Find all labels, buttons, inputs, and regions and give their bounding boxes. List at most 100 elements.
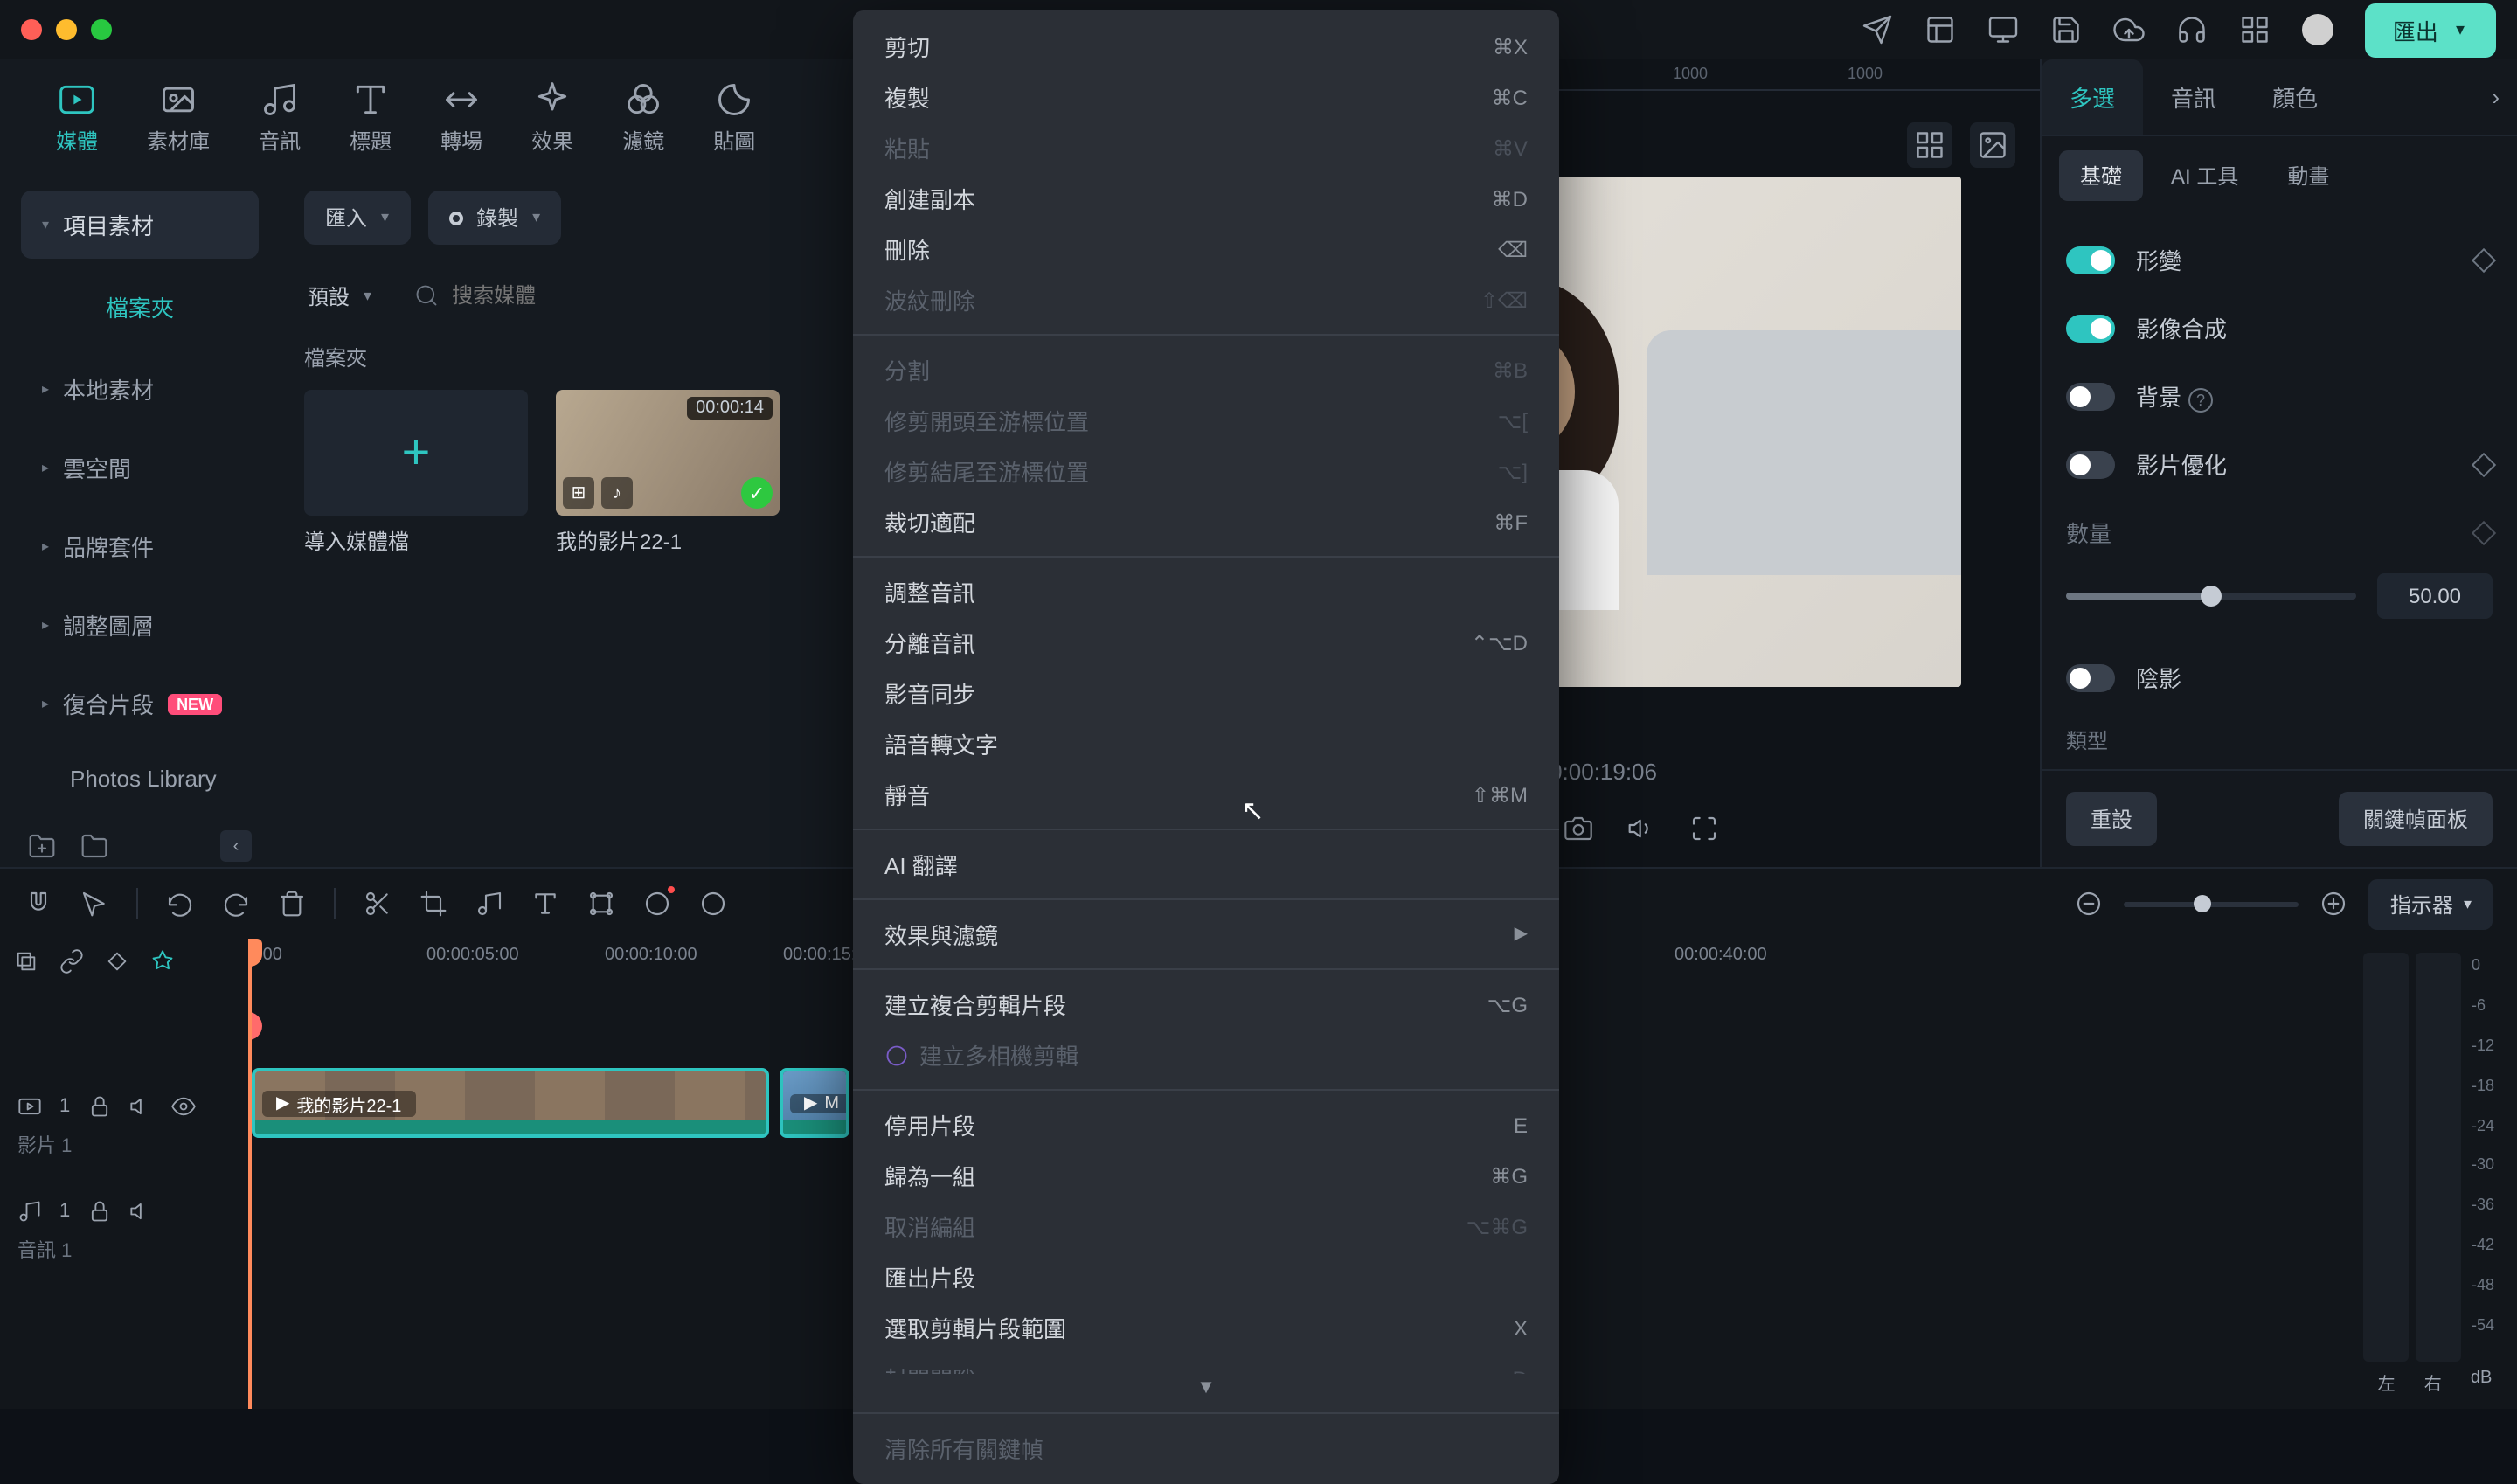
toggle-composite[interactable] xyxy=(2066,314,2115,342)
inspector-tab-audio[interactable]: 音訊 xyxy=(2143,59,2244,135)
layout-icon[interactable] xyxy=(1924,14,1956,45)
context-menu-item[interactable]: 效果與濾鏡▶ xyxy=(853,909,1559,960)
record-dropdown[interactable]: 錄製▾ xyxy=(427,191,561,245)
tab-sticker[interactable]: 貼圖 xyxy=(689,73,780,173)
media-clip-tile[interactable]: 00:00:14 ⊞ ♪ ✓ 我的影片22-1 xyxy=(556,390,780,556)
chevron-right-icon[interactable]: › xyxy=(2474,84,2517,110)
delete-icon[interactable] xyxy=(278,890,306,918)
context-menu-item[interactable]: 複製⌘C xyxy=(853,72,1559,122)
zoom-in-icon[interactable] xyxy=(2320,890,2348,918)
layers-icon[interactable] xyxy=(14,949,38,974)
context-menu-item[interactable]: 影音同步 xyxy=(853,668,1559,718)
toggle-transform[interactable] xyxy=(2066,246,2115,274)
lock-icon[interactable] xyxy=(87,1094,112,1119)
headphones-icon[interactable] xyxy=(2176,14,2208,45)
context-menu-more[interactable]: ▼ xyxy=(853,1374,1559,1402)
avatar[interactable] xyxy=(2302,14,2333,45)
toggle-shadow[interactable] xyxy=(2066,663,2115,691)
sidebar-item-project[interactable]: ▾項目素材 xyxy=(21,191,259,259)
sidebar-item-local[interactable]: ▸本地素材 xyxy=(21,355,259,423)
crop-icon[interactable] xyxy=(420,890,447,918)
tag-icon[interactable] xyxy=(105,949,129,974)
tab-filter[interactable]: 濾鏡 xyxy=(598,73,689,173)
context-menu-item[interactable]: 停用片段E xyxy=(853,1099,1559,1150)
folder-icon[interactable] xyxy=(80,832,108,860)
sidebar-item-cloud[interactable]: ▸雲空間 xyxy=(21,433,259,502)
tab-audio[interactable]: 音訊 xyxy=(234,73,325,173)
collapse-sidebar[interactable]: ‹ xyxy=(220,830,252,862)
context-menu-item[interactable]: 建立複合剪輯片段⌥G xyxy=(853,979,1559,1030)
reset-button[interactable]: 重設 xyxy=(2066,792,2157,846)
quantity-slider[interactable] xyxy=(2066,593,2356,600)
context-menu-item[interactable]: 剪切⌘X xyxy=(853,21,1559,72)
inspector-sub-ai[interactable]: AI 工具 xyxy=(2150,150,2259,201)
context-menu-item[interactable]: 歸為一組⌘G xyxy=(853,1150,1559,1201)
mute-icon[interactable] xyxy=(129,1094,154,1119)
magnet-icon[interactable] xyxy=(24,890,52,918)
help-icon[interactable]: ? xyxy=(2188,388,2213,413)
tab-media[interactable]: 媒體 xyxy=(31,73,122,173)
context-menu-item[interactable]: 匯出片段 xyxy=(853,1252,1559,1302)
tab-transition[interactable]: 轉場 xyxy=(416,73,507,173)
tab-title[interactable]: 標題 xyxy=(325,73,416,173)
tab-stock[interactable]: 素材庫 xyxy=(122,73,234,173)
timeline-clip-1[interactable]: ▶我的影片22-1 xyxy=(252,1068,769,1138)
inspector-sub-basic[interactable]: 基礎 xyxy=(2059,150,2143,201)
undo-icon[interactable] xyxy=(166,890,194,918)
record-tool-icon[interactable] xyxy=(643,890,671,918)
sidebar-item-folder[interactable]: 檔案夾 xyxy=(21,269,259,344)
cursor-icon[interactable] xyxy=(80,890,108,918)
keyframe-diamond[interactable] xyxy=(2472,247,2496,272)
quantity-value[interactable]: 50.00 xyxy=(2377,573,2493,619)
import-media-tile[interactable]: + 導入媒體檔 xyxy=(304,390,528,556)
zoom-out-icon[interactable] xyxy=(2076,890,2104,918)
transform-icon[interactable] xyxy=(587,890,615,918)
grid-view-icon[interactable] xyxy=(1907,122,1952,168)
sidebar-item-compound[interactable]: ▸復合片段NEW xyxy=(21,669,259,738)
close-window[interactable] xyxy=(21,19,42,40)
volume-icon[interactable] xyxy=(1627,814,1655,842)
tab-effect[interactable]: 效果 xyxy=(507,73,598,173)
keyframe-diamond[interactable] xyxy=(2472,452,2496,476)
context-menu-item[interactable]: 語音轉文字 xyxy=(853,718,1559,769)
toggle-optimize[interactable] xyxy=(2066,450,2115,478)
context-menu-item[interactable]: 選取剪輯片段範圍X xyxy=(853,1302,1559,1353)
sort-dropdown[interactable]: 預設▾ xyxy=(304,274,375,317)
mute-icon[interactable] xyxy=(129,1199,154,1224)
link-icon[interactable] xyxy=(59,949,84,974)
lock-icon[interactable] xyxy=(87,1199,112,1224)
toggle-background[interactable] xyxy=(2066,382,2115,410)
zoom-slider[interactable] xyxy=(2125,901,2299,906)
image-view-icon[interactable] xyxy=(1970,122,2015,168)
minimize-window[interactable] xyxy=(56,19,77,40)
context-menu-item[interactable]: 創建副本⌘D xyxy=(853,173,1559,224)
new-folder-icon[interactable] xyxy=(28,832,56,860)
context-menu-item[interactable]: 裁切適配⌘F xyxy=(853,496,1559,547)
sidebar-item-adjust[interactable]: ▸調整圖層 xyxy=(21,591,259,659)
keyframe-diamond[interactable] xyxy=(2472,520,2496,544)
inspector-tab-multi[interactable]: 多選 xyxy=(2042,59,2143,135)
maximize-window[interactable] xyxy=(91,19,112,40)
import-dropdown[interactable]: 匯入▾ xyxy=(304,191,410,245)
context-menu-item[interactable]: AI 翻譯 xyxy=(853,839,1559,890)
monitor-icon[interactable] xyxy=(1987,14,2019,45)
apps-icon[interactable] xyxy=(2239,14,2271,45)
split-icon[interactable] xyxy=(364,890,392,918)
playhead[interactable] xyxy=(248,939,252,1409)
text-icon[interactable] xyxy=(531,890,559,918)
context-menu-item[interactable]: 調整音訊 xyxy=(853,566,1559,617)
context-menu-item[interactable]: 靜音⇧⌘M xyxy=(853,769,1559,820)
fullscreen-icon[interactable] xyxy=(1690,814,1718,842)
music-note-icon[interactable] xyxy=(475,890,503,918)
send-icon[interactable] xyxy=(1862,14,1893,45)
context-menu-item[interactable]: 分離音訊⌃⌥D xyxy=(853,617,1559,668)
eye-icon[interactable] xyxy=(171,1094,196,1119)
timeline-clip-2[interactable]: ▶M xyxy=(780,1068,849,1138)
keyframe-panel-button[interactable]: 關鍵幀面板 xyxy=(2339,792,2493,846)
inspector-tab-color[interactable]: 顏色 xyxy=(2244,59,2346,135)
export-button[interactable]: 匯出 ▾ xyxy=(2365,3,2496,57)
context-menu-item[interactable]: 刪除⌫ xyxy=(853,224,1559,274)
color-icon[interactable] xyxy=(699,890,727,918)
snapshot-icon[interactable] xyxy=(1564,814,1592,842)
indicator-dropdown[interactable]: 指示器▾ xyxy=(2369,878,2493,929)
